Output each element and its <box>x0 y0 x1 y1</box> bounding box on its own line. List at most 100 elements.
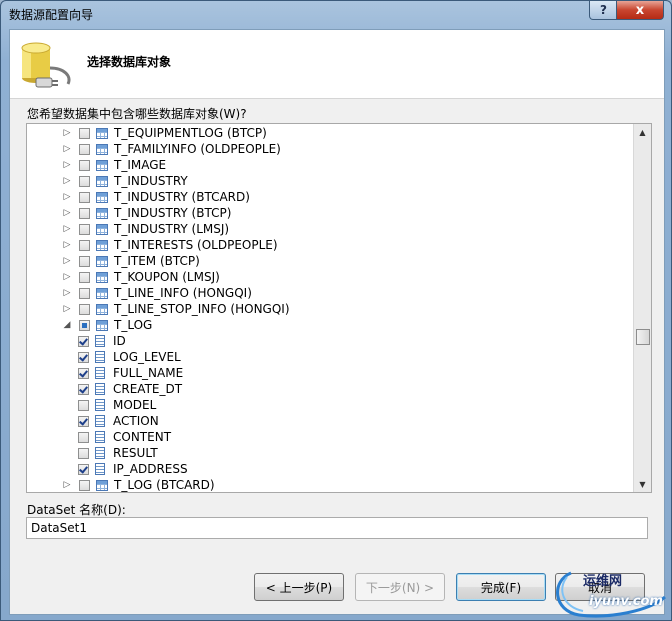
next-button[interactable]: 下一步(N) > <box>355 573 445 601</box>
tree-item-checkbox[interactable] <box>79 287 90 299</box>
back-button[interactable]: < 上一步(P) <box>254 573 344 601</box>
tree-column-item[interactable]: MODEL <box>78 397 156 413</box>
collapse-arrow-icon[interactable]: ◢ <box>61 319 73 331</box>
table-icon <box>96 319 108 331</box>
tree-table-item[interactable]: ▷ T_LINE_STOP_INFO (HONGQI) <box>61 301 290 317</box>
tree-item-checkbox[interactable] <box>79 319 90 331</box>
tree-item-checkbox[interactable] <box>79 207 90 219</box>
tree-table-item[interactable]: ▷ T_INDUSTRY (LMSJ) <box>61 221 230 237</box>
expand-arrow-icon[interactable]: ▷ <box>61 127 73 139</box>
tree-item-label: T_IMAGE <box>114 158 167 172</box>
table-icon <box>96 143 108 155</box>
tree-item-checkbox[interactable] <box>78 447 89 459</box>
tree-column-item[interactable]: CONTENT <box>78 429 171 445</box>
tree-table-item[interactable]: ▷ T_INDUSTRY (BTCARD) <box>61 189 250 205</box>
tree-item-label: T_LOG (BTCARD) <box>114 478 215 492</box>
table-icon <box>96 127 108 139</box>
title-bar[interactable]: 数据源配置向导 ? x <box>1 1 671 25</box>
tree-column-item[interactable]: CREATE_DT <box>78 381 182 397</box>
expand-arrow-icon[interactable]: ▷ <box>61 143 73 155</box>
table-icon <box>96 239 108 251</box>
tree-column-item[interactable]: LOG_LEVEL <box>78 349 181 365</box>
expand-arrow-icon[interactable]: ▷ <box>61 255 73 267</box>
dataset-name-input[interactable] <box>26 517 648 539</box>
tree-column-item[interactable]: RESULT <box>78 445 158 461</box>
tree-item-checkbox[interactable] <box>78 367 89 379</box>
expand-arrow-icon[interactable]: ▷ <box>61 175 73 187</box>
tree-column-item[interactable]: ID <box>78 333 126 349</box>
column-icon <box>95 463 105 475</box>
tree-item-checkbox[interactable] <box>79 191 90 203</box>
tree-table-item[interactable]: ▷ T_INTERESTS (OLDPEOPLE) <box>61 237 278 253</box>
scroll-up-arrow-icon[interactable]: ▲ <box>634 124 651 140</box>
database-objects-tree[interactable]: ▷ T_EQUIPMENTLOG (BTCP) ▷ T_FAMILYINFO (OLD… <box>26 123 652 493</box>
tree-table-item[interactable]: ▷ T_IMAGE <box>61 157 167 173</box>
vertical-scrollbar[interactable]: ▲ ▼ <box>633 124 651 492</box>
expand-arrow-icon[interactable]: ▷ <box>61 303 73 315</box>
column-icon <box>95 431 105 443</box>
scroll-down-arrow-icon[interactable]: ▼ <box>634 476 651 492</box>
tree-table-item[interactable]: ▷ T_LOG (BTCARD) <box>61 477 215 492</box>
tree-item-checkbox[interactable] <box>79 271 90 283</box>
tree-item-checkbox[interactable] <box>79 255 90 267</box>
tree-table-item[interactable]: ▷ T_INDUSTRY (BTCP) <box>61 205 232 221</box>
expand-arrow-icon[interactable]: ▷ <box>61 239 73 251</box>
tree-table-item[interactable]: ◢ T_LOG <box>61 317 153 333</box>
expand-arrow-icon[interactable]: ▷ <box>61 479 73 491</box>
tree-table-item[interactable]: ▷ T_EQUIPMENTLOG (BTCP) <box>61 125 267 141</box>
column-icon <box>95 383 105 395</box>
tree-item-checkbox[interactable] <box>79 303 90 315</box>
tree-item-checkbox[interactable] <box>78 335 89 347</box>
tree-item-label: ACTION <box>113 414 159 428</box>
table-icon <box>96 303 108 315</box>
expand-arrow-icon[interactable]: ▷ <box>61 207 73 219</box>
column-icon <box>95 335 105 347</box>
table-icon <box>96 207 108 219</box>
tree-item-label: IP_ADDRESS <box>113 462 188 476</box>
wizard-window: 数据源配置向导 ? x 选择数据库对象 您希望数据集中包含哪些数据库对象(W)?… <box>0 0 672 621</box>
help-button[interactable]: ? <box>589 1 618 20</box>
expand-arrow-icon[interactable]: ▷ <box>61 191 73 203</box>
tree-item-checkbox[interactable] <box>78 351 89 363</box>
tree-item-checkbox[interactable] <box>79 143 90 155</box>
tree-table-item[interactable]: ▷ T_LINE_INFO (HONGQI) <box>61 285 252 301</box>
close-button[interactable]: x <box>616 1 664 20</box>
tree-item-checkbox[interactable] <box>78 431 89 443</box>
wizard-header: 选择数据库对象 <box>10 30 664 99</box>
tree-item-label: T_INTERESTS (OLDPEOPLE) <box>114 238 278 252</box>
table-icon <box>96 223 108 235</box>
expand-arrow-icon[interactable]: ▷ <box>61 223 73 235</box>
tree-item-checkbox[interactable] <box>79 223 90 235</box>
tree-item-label: T_ITEM (BTCP) <box>114 254 200 268</box>
tree-table-item[interactable]: ▷ T_KOUPON (LMSJ) <box>61 269 220 285</box>
table-icon <box>96 255 108 267</box>
tree-item-checkbox[interactable] <box>79 159 90 171</box>
scrollbar-thumb[interactable] <box>636 329 650 345</box>
table-icon <box>96 191 108 203</box>
column-icon <box>95 367 105 379</box>
tree-item-checkbox[interactable] <box>79 175 90 187</box>
wizard-content: 选择数据库对象 您希望数据集中包含哪些数据库对象(W)? ▷ T_EQUIPMEN… <box>9 29 665 615</box>
tree-column-item[interactable]: FULL_NAME <box>78 365 183 381</box>
window-title: 数据源配置向导 <box>9 8 94 22</box>
tree-column-item[interactable]: IP_ADDRESS <box>78 461 188 477</box>
tree-item-checkbox[interactable] <box>78 463 89 475</box>
site-watermark: 运维网 iyunv.com <box>549 567 669 619</box>
tree-item-checkbox[interactable] <box>78 415 89 427</box>
tree-item-checkbox[interactable] <box>78 383 89 395</box>
tree-item-checkbox[interactable] <box>79 127 90 139</box>
tree-column-item[interactable]: ACTION <box>78 413 159 429</box>
expand-arrow-icon[interactable]: ▷ <box>61 159 73 171</box>
finish-button[interactable]: 完成(F) <box>456 573 546 601</box>
tree-item-checkbox[interactable] <box>79 239 90 251</box>
dataset-name-label: DataSet 名称(D): <box>27 503 126 517</box>
tree-table-item[interactable]: ▷ T_INDUSTRY <box>61 173 188 189</box>
tree-item-checkbox[interactable] <box>78 399 89 411</box>
tree-table-item[interactable]: ▷ T_FAMILYINFO (OLDPEOPLE) <box>61 141 281 157</box>
expand-arrow-icon[interactable]: ▷ <box>61 271 73 283</box>
tree-item-checkbox[interactable] <box>79 479 90 491</box>
expand-arrow-icon[interactable]: ▷ <box>61 287 73 299</box>
tree-item-label: T_INDUSTRY (BTCP) <box>114 206 232 220</box>
tree-table-item[interactable]: ▷ T_ITEM (BTCP) <box>61 253 200 269</box>
tree-item-label: T_INDUSTRY (LMSJ) <box>114 222 230 236</box>
